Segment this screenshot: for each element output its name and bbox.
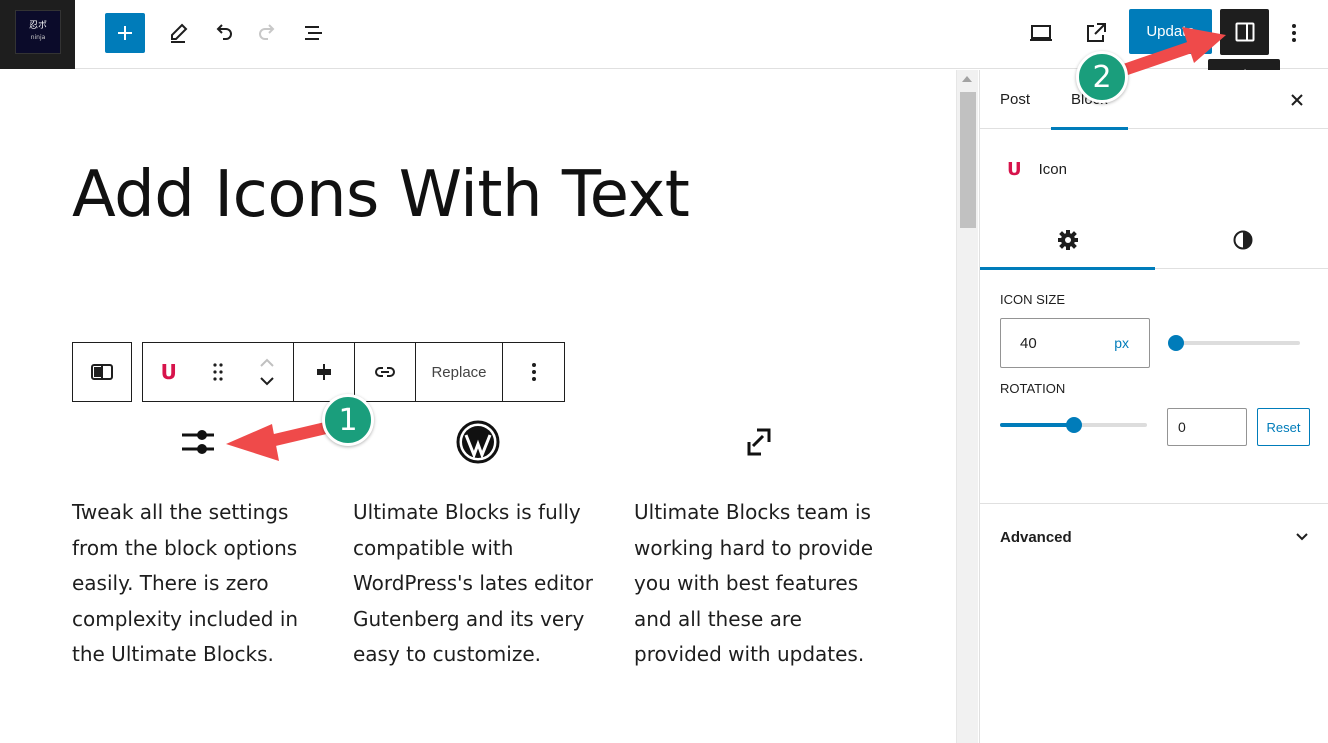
tab-settings[interactable] bbox=[980, 210, 1155, 270]
site-icon: 忍ポ ninja bbox=[15, 10, 61, 54]
column-text-3[interactable]: Ultimate Blocks team is working hard to … bbox=[634, 495, 874, 673]
wordpress-icon[interactable] bbox=[456, 420, 500, 464]
annotation-marker-2: 2 bbox=[1076, 51, 1128, 103]
close-icon bbox=[1291, 94, 1303, 106]
pencil-icon bbox=[171, 23, 188, 43]
close-sidebar-button[interactable] bbox=[1282, 85, 1312, 115]
ultimate-blocks-icon[interactable]: U bbox=[161, 360, 177, 384]
view-post-button[interactable] bbox=[1076, 13, 1116, 53]
more-vertical-icon bbox=[1292, 24, 1296, 42]
replace-button[interactable]: Replace bbox=[416, 343, 503, 401]
icon-size-label: ICON SIZE bbox=[1000, 292, 1066, 307]
annotation-marker-1: 1 bbox=[322, 394, 374, 446]
icon-size-value: 40 bbox=[1020, 334, 1037, 352]
list-view-icon bbox=[305, 26, 322, 40]
move-buttons bbox=[259, 358, 275, 386]
contrast-icon bbox=[1233, 230, 1252, 249]
rotation-label: ROTATION bbox=[1000, 381, 1066, 396]
block-card: U Icon bbox=[980, 129, 1328, 209]
drag-handle-icon[interactable] bbox=[212, 362, 224, 382]
block-toolbar: U Replace bbox=[142, 342, 565, 402]
icon-size-slider-thumb[interactable] bbox=[1167, 335, 1184, 351]
alignment-button[interactable] bbox=[294, 343, 355, 401]
desktop-icon bbox=[1030, 25, 1052, 41]
redo-button[interactable] bbox=[248, 13, 288, 53]
document-overview-button[interactable] bbox=[294, 13, 334, 53]
ultimate-blocks-icon: U bbox=[1007, 158, 1022, 180]
site-logo[interactable]: 忍ポ ninja bbox=[0, 0, 75, 69]
editor-header: 忍ポninja Update Settings bbox=[0, 0, 1328, 90]
icon-size-slider[interactable] bbox=[1167, 335, 1300, 351]
advanced-label: Advanced bbox=[1000, 528, 1072, 546]
advanced-panel-toggle[interactable]: Advanced bbox=[980, 503, 1328, 570]
undo-button[interactable] bbox=[203, 13, 243, 53]
rotation-slider-thumb[interactable] bbox=[1065, 417, 1082, 433]
update-button[interactable]: Update bbox=[1129, 9, 1212, 54]
external-link-icon bbox=[1087, 23, 1106, 42]
plus-icon bbox=[118, 26, 132, 40]
tools-button[interactable] bbox=[158, 13, 198, 53]
icon-size-unit[interactable]: px bbox=[1114, 335, 1129, 351]
inspector-tabs bbox=[980, 210, 1328, 270]
options-menu-button[interactable] bbox=[1274, 13, 1314, 53]
scroll-thumb[interactable] bbox=[960, 92, 976, 228]
more-vertical-icon bbox=[531, 363, 536, 381]
block-inserter-button[interactable] bbox=[105, 13, 145, 53]
settings-toggle-button[interactable] bbox=[1220, 9, 1269, 55]
editor-canvas[interactable]: Add Icons With Text U Replace Tweak all … bbox=[0, 70, 956, 743]
block-options-button[interactable] bbox=[503, 343, 564, 401]
settings-sidebar: Post Block U Icon ICON SIZE 40 px ROTATI… bbox=[979, 70, 1328, 743]
scroll-up-arrow[interactable] bbox=[962, 76, 972, 82]
chevron-down-icon bbox=[1296, 533, 1308, 541]
link-button[interactable] bbox=[355, 343, 416, 401]
tab-post[interactable]: Post bbox=[980, 70, 1050, 129]
column-text-1[interactable]: Tweak all the settings from the block op… bbox=[72, 495, 312, 673]
block-switcher-group: U bbox=[143, 343, 294, 401]
block-name: Icon bbox=[1038, 160, 1067, 178]
link-icon bbox=[375, 367, 395, 377]
icon-size-input[interactable]: 40 px bbox=[1000, 318, 1150, 368]
redo-icon bbox=[259, 24, 275, 40]
align-center-icon bbox=[317, 364, 331, 380]
rotation-slider[interactable] bbox=[1000, 417, 1147, 433]
sliders-icon[interactable] bbox=[176, 420, 220, 464]
preview-button[interactable] bbox=[1021, 13, 1061, 53]
columns-icon bbox=[91, 364, 113, 380]
post-title[interactable]: Add Icons With Text bbox=[72, 158, 690, 232]
canvas-scrollbar[interactable] bbox=[956, 70, 978, 743]
undo-icon bbox=[216, 24, 232, 40]
sidebar-tabs: Post Block bbox=[980, 70, 1328, 130]
move-down-icon[interactable] bbox=[259, 376, 275, 386]
reset-rotation-button[interactable]: Reset bbox=[1257, 408, 1310, 446]
rotation-input[interactable]: 0 bbox=[1167, 408, 1247, 446]
tab-styles[interactable] bbox=[1155, 210, 1328, 269]
gear-icon bbox=[1057, 229, 1078, 250]
rotation-slider-fill bbox=[1000, 423, 1074, 427]
sidebar-icon bbox=[1235, 22, 1254, 42]
select-parent-button[interactable] bbox=[72, 342, 132, 402]
column-text-2[interactable]: Ultimate Blocks is fully compatible with… bbox=[353, 495, 593, 673]
sync-arrows-icon[interactable] bbox=[737, 420, 781, 464]
move-up-icon[interactable] bbox=[259, 358, 275, 368]
